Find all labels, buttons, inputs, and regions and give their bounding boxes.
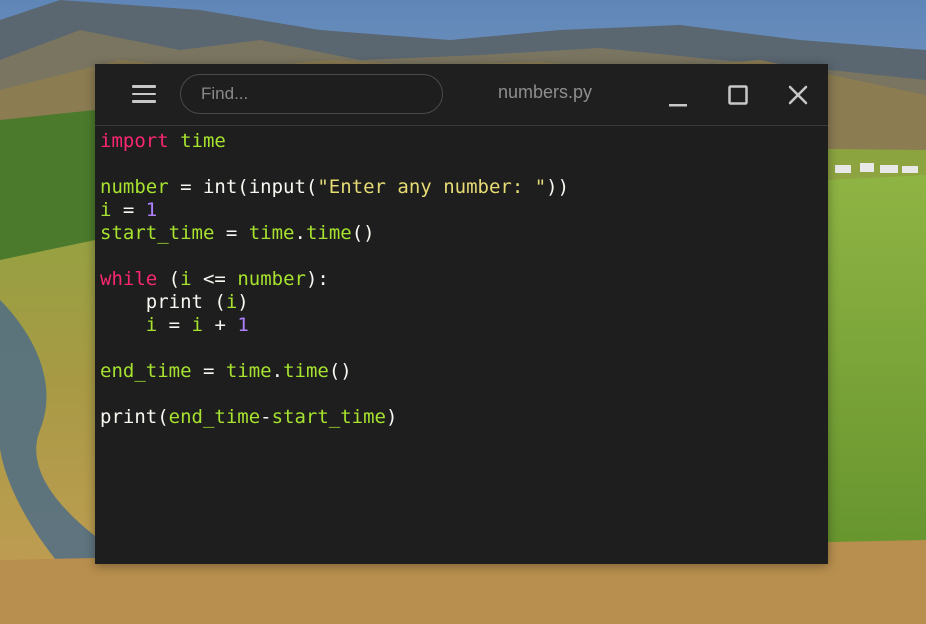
window-title: numbers.py [497, 82, 593, 102]
maximize-icon[interactable] [723, 80, 753, 110]
code-token: = [157, 314, 192, 336]
code-token: number [237, 268, 306, 290]
code-token: ): [305, 268, 329, 290]
code-line: number = int(input("Enter any number: ")… [100, 176, 828, 199]
code-token: start_time [271, 406, 386, 428]
code-token: i [225, 291, 238, 313]
hamburger-icon[interactable] [132, 85, 156, 103]
code-token: ) [386, 406, 398, 428]
code-token: int(input( [202, 176, 318, 198]
minimize-icon[interactable] [663, 80, 693, 110]
code-token: . [294, 222, 306, 244]
code-token: import [100, 130, 169, 152]
code-token: = [214, 222, 249, 244]
code-token: ( [157, 268, 181, 290]
code-line: i = 1 [100, 199, 828, 222]
code-token: print ( [100, 291, 226, 313]
find-input[interactable] [180, 74, 443, 114]
code-token: 1 [145, 199, 158, 221]
code-token: time [283, 360, 329, 382]
code-token: i [191, 314, 203, 336]
code-token: i [180, 268, 192, 290]
code-token: = [191, 360, 226, 382]
code-editor[interactable]: import time number = int(input("Enter any… [100, 130, 828, 564]
code-line: while (i <= number): [100, 268, 828, 291]
code-token: i [100, 199, 112, 221]
code-token: - [260, 406, 272, 428]
code-token: time [225, 360, 272, 382]
code-line: print(end_time-start_time) [100, 406, 828, 429]
code-token: () [328, 360, 352, 382]
code-token: () [351, 222, 375, 244]
close-icon[interactable] [783, 80, 813, 110]
code-token: print( [100, 406, 169, 428]
code-token: end_time [168, 406, 261, 428]
code-token: time [305, 222, 352, 244]
code-line: print (i) [100, 291, 828, 314]
code-token: time [180, 130, 226, 152]
code-token: start_time [100, 222, 215, 244]
editor-window: numbers.py import time number = int(input… [95, 64, 828, 564]
code-token: time [248, 222, 295, 244]
title-bar: numbers.py [95, 64, 828, 126]
code-token: "Enter any number: " [317, 176, 547, 198]
code-token: = [111, 199, 146, 221]
code-token: )) [546, 176, 570, 198]
code-token: . [271, 360, 284, 382]
code-token: while [100, 268, 158, 290]
code-token: + [203, 314, 238, 336]
code-token: ) [237, 291, 249, 313]
code-line: end_time = time.time() [100, 360, 828, 383]
code-token: number [100, 176, 169, 198]
code-line: import time [100, 130, 828, 153]
code-line: i = i + 1 [100, 314, 828, 337]
code-token: 1 [237, 314, 249, 336]
code-token: = [168, 176, 203, 198]
code-token: i [145, 314, 158, 336]
code-token: <= [191, 268, 238, 290]
code-line: start_time = time.time() [100, 222, 828, 245]
code-token: end_time [100, 360, 192, 382]
